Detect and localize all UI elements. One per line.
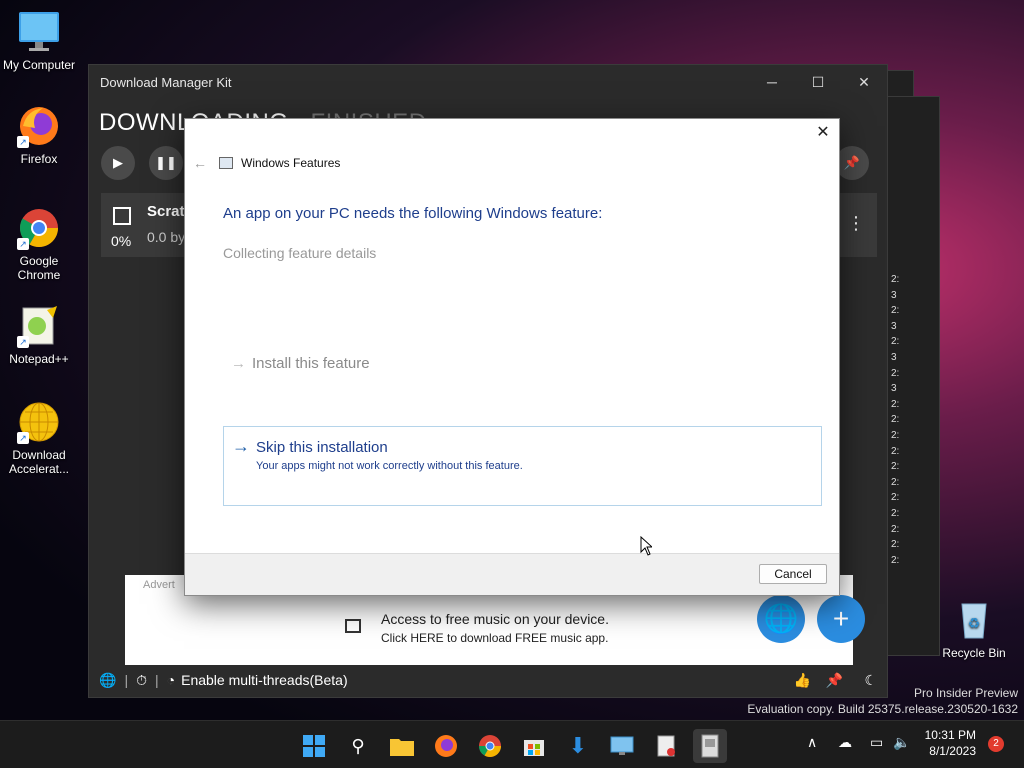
active-app-icon[interactable]	[693, 729, 727, 763]
download-arrow-icon[interactable]: ⬇	[561, 729, 595, 763]
notepadpp-icon: ↗	[17, 304, 61, 348]
desktop-icon-label: My Computer	[2, 58, 76, 72]
desktop-icon-label: Notepad++	[9, 352, 69, 366]
desktop-icon-chrome[interactable]: ↗ Google Chrome	[1, 206, 77, 282]
globe-download-icon: ↗	[17, 400, 61, 444]
windows-features-dialog[interactable]: ✕ ← Windows Features An app on your PC n…	[184, 118, 840, 596]
dialog-close-button[interactable]: ✕	[811, 121, 835, 145]
skip-installation-option[interactable]: → Skip this installation Your apps might…	[223, 426, 822, 506]
control-panel-icon[interactable]	[605, 729, 639, 763]
notification-badge[interactable]: 2	[988, 736, 1004, 752]
installer-icon[interactable]	[649, 729, 683, 763]
window-title: Download Manager Kit	[100, 74, 232, 90]
mouse-cursor-icon	[640, 536, 652, 556]
desktop-icon-label: Download Accelerat...	[8, 448, 70, 476]
arrow-right-icon: →	[232, 436, 250, 456]
dialog-heading: An app on your PC needs the following Wi…	[223, 205, 603, 222]
shortcut-arrow-icon: ↗	[17, 432, 29, 444]
maximize-button[interactable]: ☐	[795, 71, 841, 93]
build-watermark-line1: Pro Insider Preview	[913, 686, 1018, 700]
desktop-icon-label: Google Chrome	[17, 254, 61, 282]
shortcut-arrow-icon: ↗	[17, 336, 29, 348]
clock-time: 10:31 PM	[924, 728, 976, 742]
ad-title[interactable]: Access to free music on your device.	[381, 611, 609, 627]
add-download-button[interactable]: +	[817, 595, 865, 643]
search-icon[interactable]: ⚲	[341, 729, 375, 763]
download-size: 0.0 by	[147, 229, 186, 245]
display-icon[interactable]: ▭	[870, 734, 883, 751]
desktop-icon-recycle-bin[interactable]: ♻ Recycle Bin	[936, 598, 1012, 660]
desktop-icon-label: Firefox	[20, 152, 58, 166]
collecting-status: Collecting feature details	[223, 245, 377, 261]
clock[interactable]: 10:31 PM 8/1/2023	[925, 727, 976, 759]
more-options-icon[interactable]: ⋮	[847, 213, 865, 234]
ad-subtitle[interactable]: Click HERE to download FREE music app.	[381, 631, 608, 645]
dialog-footer: Cancel	[185, 553, 839, 595]
play-button[interactable]: ▶	[101, 146, 135, 180]
chrome-taskbar-icon[interactable]	[473, 729, 507, 763]
close-button[interactable]: ✕	[841, 71, 887, 93]
speed-icon: ◔	[166, 672, 176, 688]
desktop-icon-label: Recycle Bin	[942, 646, 1006, 660]
chrome-icon: ↗	[17, 206, 61, 250]
svg-text:♻: ♻	[968, 615, 981, 631]
desktop-icon-download-accelerator[interactable]: ↗ Download Accelerat...	[1, 400, 77, 476]
download-percent: 0%	[111, 233, 132, 249]
shortcut-arrow-icon: ↗	[17, 238, 29, 250]
browser-globe-button[interactable]: 🌐	[757, 595, 805, 643]
monitor-icon	[17, 10, 61, 54]
divider: |	[155, 672, 159, 688]
store-icon[interactable]	[517, 729, 551, 763]
cancel-button[interactable]: Cancel	[759, 564, 827, 584]
clock-date: 8/1/2023	[929, 744, 976, 758]
dialog-header: ← Windows Features	[193, 155, 340, 171]
like-icon[interactable]: 👍	[794, 672, 811, 689]
file-icon	[113, 207, 131, 225]
status-bar: 🌐 | ⏱ | ◔ Enable multi-threads(Beta) 👍 📌…	[89, 663, 887, 697]
divider: |	[124, 672, 129, 688]
shortcut-arrow-icon: ↗	[17, 136, 29, 148]
build-watermark-line2: Evaluation copy. Build 25375.release.230…	[747, 702, 1018, 716]
globe-icon[interactable]: 🌐	[99, 672, 116, 689]
multithread-toggle[interactable]: Enable multi-threads(Beta)	[181, 672, 348, 688]
minimize-button[interactable]: ─	[749, 71, 795, 93]
desktop-icon-notepadpp[interactable]: ↗ Notepad++	[1, 304, 77, 366]
dark-mode-icon[interactable]: ☾	[864, 672, 877, 689]
back-arrow-icon[interactable]: ←	[193, 155, 207, 171]
firefox-icon: ↗	[17, 104, 61, 148]
skip-subtitle: Your apps might not work correctly witho…	[256, 460, 523, 472]
pause-button[interactable]: ❚❚	[149, 146, 183, 180]
install-feature-option: → Install this feature	[231, 355, 370, 372]
network-disconnected-icon[interactable]: ☁	[838, 734, 852, 751]
pin-button[interactable]: 📌	[835, 146, 869, 180]
start-button[interactable]	[297, 729, 331, 763]
timer-icon[interactable]: ⏱	[136, 672, 147, 689]
ad-label: Advert	[143, 579, 175, 591]
recycle-bin-icon: ♻	[952, 598, 996, 642]
arrow-right-icon: →	[231, 355, 246, 372]
background-window[interactable]: 2: 3 2: 3 2: 3 2: 3 2: 2: 2: 2: 2: 2: 2: 2: 2: 2: 2:	[886, 96, 940, 656]
pin-icon[interactable]: 📌	[826, 672, 843, 689]
skip-title: Skip this installation	[256, 439, 388, 456]
dialog-title: Windows Features	[241, 156, 341, 170]
volume-icon[interactable]: 🔈	[893, 734, 910, 751]
windows-features-icon	[219, 157, 233, 169]
firefox-taskbar-icon[interactable]	[429, 729, 463, 763]
desktop-icon-my-computer[interactable]: My Computer	[1, 10, 77, 72]
taskbar: ⚲ ⬇ ∧ ☁ ▭ 🔈 10:31 PM 8/1/2023 2	[0, 720, 1024, 768]
desktop-icon-firefox[interactable]: ↗ Firefox	[1, 104, 77, 166]
ad-image-icon	[345, 619, 361, 633]
chevron-up-icon[interactable]: ∧	[807, 734, 817, 751]
file-explorer-icon[interactable]	[385, 729, 419, 763]
